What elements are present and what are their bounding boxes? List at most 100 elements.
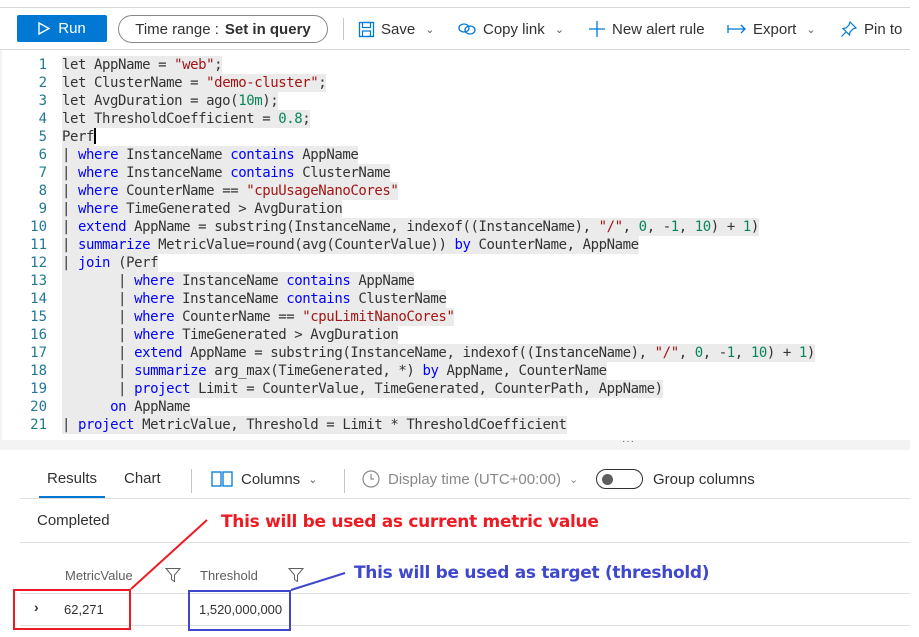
number-token: 1 — [726, 345, 735, 361]
pane-splitter[interactable]: ··· — [0, 436, 910, 450]
line-number: 15 — [30, 309, 47, 325]
query-toolbar: Run Time range : Set in query Save ⌄ Cop… — [0, 8, 919, 50]
line-number: 19 — [30, 381, 47, 397]
code-token: | — [62, 165, 79, 181]
group-columns-toggle[interactable]: Group columns — [596, 464, 755, 494]
keyword-token: where — [134, 327, 175, 343]
code-line[interactable]: 10 | extend AppName = substring(InstanceN… — [2, 218, 759, 236]
code-token: ) + — [766, 345, 799, 361]
columns-button[interactable]: Columns ⌄ — [211, 464, 317, 494]
code-token: | — [62, 381, 135, 397]
code-token: AppName = substring(InstanceName, indexo… — [126, 219, 599, 235]
code-token: AppName = substring(InstanceName, indexo… — [182, 345, 655, 361]
copy-link-label: Copy link — [483, 20, 545, 38]
export-button[interactable]: Export ⌄ — [727, 16, 816, 42]
code-text: | where InstanceName contains ClusterNam… — [62, 290, 447, 308]
tab-chart[interactable]: Chart — [124, 464, 161, 498]
code-token: InstanceName — [174, 273, 287, 289]
code-line[interactable]: 12 | join (Perf — [2, 254, 159, 272]
string-token: "demo-cluster" — [206, 75, 319, 91]
keyword-token: where — [134, 273, 175, 289]
code-line[interactable]: 14 | where InstanceName contains Cluster… — [2, 290, 447, 308]
code-line[interactable]: 15 | where CounterName == "cpuLimitNanoC… — [2, 308, 455, 326]
code-line[interactable]: 18 | summarize arg_max(TimeGenerated, *)… — [2, 362, 607, 380]
code-token: InstanceName — [118, 147, 231, 163]
code-token: let ThresholdCoefficient = — [62, 111, 279, 127]
pin-to-button[interactable]: Pin to — [840, 16, 902, 42]
code-line[interactable]: 11 | summarize MetricValue=round(avg(Coun… — [2, 236, 639, 254]
code-text: | where TimeGenerated > AvgDuration — [62, 200, 343, 218]
code-line[interactable]: 1 let AppName = "web"; — [2, 56, 223, 74]
keyword-token: where — [78, 165, 119, 181]
code-token: InstanceName — [174, 291, 287, 307]
line-number: 8 — [38, 183, 47, 199]
text-cursor — [94, 128, 97, 144]
number-token: 0 — [638, 219, 647, 235]
code-line[interactable]: 21 | project MetricValue, Threshold = Lim… — [2, 416, 567, 434]
line-number: 21 — [30, 417, 47, 433]
code-line[interactable]: 4 let ThresholdCoefficient = 0.8; — [2, 110, 311, 128]
play-icon — [38, 22, 51, 35]
code-token: Perf — [62, 129, 95, 145]
time-range-picker[interactable]: Time range : Set in query — [118, 15, 328, 43]
code-line[interactable]: 13 | where InstanceName contains AppName — [2, 272, 415, 290]
run-button[interactable]: Run — [17, 15, 107, 42]
code-line[interactable]: 5 Perf — [2, 128, 97, 146]
code-token: let AppName = — [62, 57, 175, 73]
keyword-token: contains — [230, 165, 295, 181]
copy-link-button[interactable]: Copy link ⌄ — [457, 16, 564, 42]
code-token: | — [62, 147, 79, 163]
code-text: | project Limit = CounterValue, TimeGene… — [62, 380, 663, 398]
display-time-dropdown[interactable]: Display time (UTC+00:00) ⌄ — [362, 464, 578, 494]
keyword-token: contains — [286, 291, 351, 307]
keyword-token: summarize — [78, 237, 151, 253]
code-token: | — [62, 273, 135, 289]
splitter-handle-icon[interactable]: ··· — [622, 436, 635, 447]
filter-icon[interactable] — [165, 567, 181, 583]
number-token: 0 — [694, 345, 703, 361]
code-text: | extend AppName = substring(InstanceNam… — [62, 344, 815, 362]
code-token: , — [678, 219, 695, 235]
code-token: , — [734, 345, 751, 361]
code-token: | — [62, 237, 79, 253]
code-text: | where TimeGenerated > AvgDuration — [62, 326, 399, 344]
chevron-down-icon: ⌄ — [308, 473, 318, 486]
keyword-token: where — [78, 201, 119, 217]
code-line[interactable]: 8 | where CounterName == "cpuUsageNanoCor… — [2, 182, 399, 200]
code-line[interactable]: 7 | where InstanceName contains ClusterNa… — [2, 164, 391, 182]
chevron-down-icon: ⌄ — [554, 23, 564, 36]
keyword-token: by — [454, 237, 471, 253]
code-line[interactable]: 9 | where TimeGenerated > AvgDuration — [2, 200, 343, 218]
keyword-token: project — [78, 417, 135, 433]
results-toolbar-divider — [191, 469, 192, 493]
line-number: 5 — [38, 129, 47, 145]
code-token: let AvgDuration = ago( — [62, 93, 239, 109]
column-header-threshold[interactable]: Threshold — [200, 568, 258, 583]
code-line[interactable]: 2 let ClusterName = "demo-cluster"; — [2, 74, 327, 92]
code-token: | — [62, 255, 79, 271]
code-token: CounterName == — [174, 309, 303, 325]
code-line[interactable]: 16 | where TimeGenerated > AvgDuration — [2, 326, 399, 344]
string-token: "/" — [598, 219, 623, 235]
code-line[interactable]: 20 on AppName — [2, 398, 191, 416]
line-number: 13 — [30, 273, 47, 289]
code-token: (Perf — [110, 255, 159, 271]
code-token: | — [62, 219, 79, 235]
filter-icon[interactable] — [288, 567, 304, 583]
line-number: 20 — [30, 399, 47, 415]
toggle-switch[interactable] — [596, 469, 643, 489]
save-button[interactable]: Save ⌄ — [358, 16, 434, 42]
keyword-token: summarize — [134, 363, 207, 379]
code-line[interactable]: 17 | extend AppName = substring(Instance… — [2, 344, 815, 362]
code-line[interactable]: 3 let AvgDuration = ago(10m); — [2, 92, 279, 110]
code-line[interactable]: 19 | project Limit = CounterValue, TimeG… — [2, 380, 663, 398]
code-token: | — [62, 417, 79, 433]
code-token: ) — [750, 219, 759, 235]
tab-results[interactable]: Results — [38, 464, 106, 498]
column-header-metricvalue[interactable]: MetricValue — [65, 568, 133, 583]
code-line[interactable]: 6 | where InstanceName contains AppName — [2, 146, 359, 164]
new-alert-rule-button[interactable]: New alert rule — [588, 16, 705, 42]
query-editor[interactable]: 1 let AppName = "web"; 2 let ClusterName = … — [0, 50, 910, 440]
code-token: AppName, CounterName — [438, 363, 607, 379]
